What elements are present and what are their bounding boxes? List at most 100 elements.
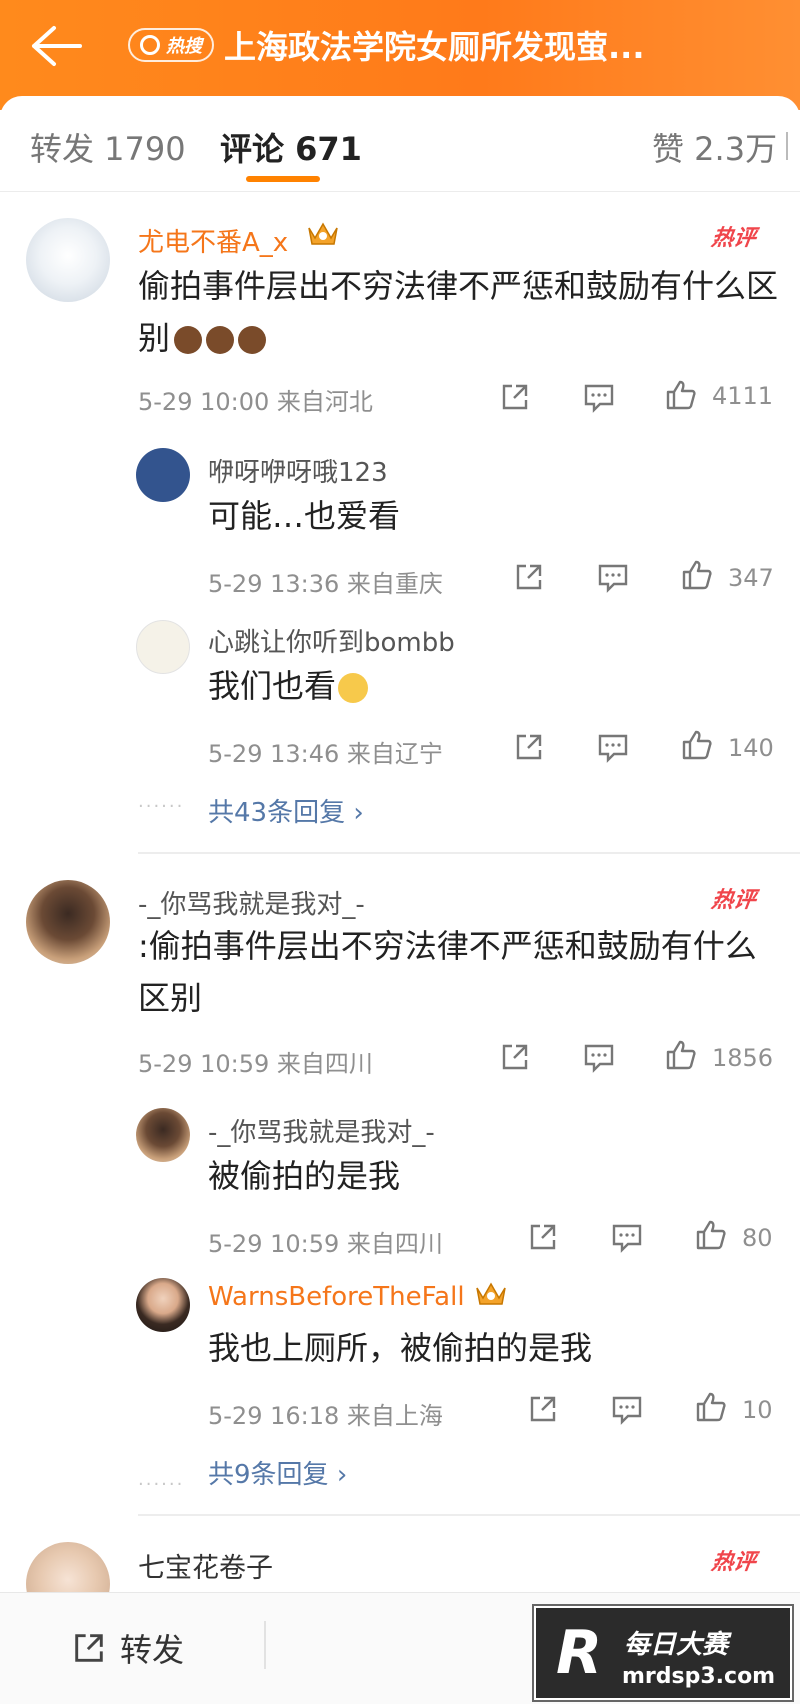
reply-username[interactable]: 咿呀咿呀哦123: [208, 452, 388, 489]
reply-time: 5-29 10:59: [208, 1230, 340, 1258]
share-button[interactable]: [512, 730, 546, 764]
forward-label: 转发: [120, 1631, 185, 1669]
reply-time: 5-29 16:18: [208, 1402, 340, 1430]
comment-text: 偷拍事件层出不穷法律不严惩和鼓励有什么区别: [138, 260, 778, 364]
share-button[interactable]: [498, 380, 532, 414]
reply-button[interactable]: [596, 730, 630, 764]
page-title: 上海政法学院女厕所发现萤...: [224, 28, 645, 66]
avatar[interactable]: [136, 620, 190, 674]
tab-repost[interactable]: 转发 1790: [30, 124, 186, 170]
thumbs-up-icon: [696, 1392, 726, 1422]
share-button[interactable]: [526, 1392, 560, 1426]
share-icon: [75, 1634, 103, 1662]
like-count: 4111: [712, 382, 774, 410]
reply-button[interactable]: [582, 1040, 616, 1074]
reply-text: 可能…也爱看: [208, 497, 401, 535]
comment-location: 来自河北: [276, 388, 373, 416]
like-count: 10: [742, 1396, 773, 1424]
thumbs-up-icon: [666, 1040, 696, 1070]
comment-icon: [584, 384, 614, 413]
reply-username[interactable]: -_你骂我就是我对_-: [208, 1112, 435, 1149]
share-icon: [530, 1396, 556, 1422]
tab-likes[interactable]: 赞 2.3万: [652, 124, 777, 170]
reply-text-content: 我们也看: [208, 667, 337, 705]
share-button[interactable]: [498, 1040, 532, 1074]
reply-username[interactable]: WarnsBeforeTheFall: [208, 1282, 465, 1312]
tab-bar: 转发 1790 评论 671 赞 2.3万: [0, 96, 800, 192]
reply-text: 被偷拍的是我: [208, 1157, 401, 1195]
more-replies-link[interactable]: 共9条回复 ›: [208, 1454, 347, 1491]
reply-button[interactable]: [610, 1220, 644, 1254]
more-dots: ······: [138, 796, 185, 817]
reply-button[interactable]: [582, 380, 616, 414]
more-replies-link[interactable]: 共43条回复 ›: [208, 792, 364, 829]
comment-meta: 5-29 10:00 来自河北: [138, 382, 373, 417]
like-button[interactable]: [680, 728, 714, 762]
thumbs-up-icon: [696, 1220, 726, 1250]
more-dots: ······: [138, 1474, 185, 1495]
thinking-emoji-icon: [338, 673, 369, 703]
comment-time: 5-29 10:00: [138, 388, 270, 416]
like-button[interactable]: [664, 1038, 698, 1072]
hot-search-label: 热搜: [166, 36, 202, 57]
watermark-logo: R 每日大赛 mrdsp3.com: [532, 1604, 794, 1702]
back-button[interactable]: [28, 24, 84, 68]
share-icon: [516, 734, 542, 760]
reply-location: 来自辽宁: [346, 740, 443, 768]
avatar[interactable]: [136, 1108, 190, 1162]
comment-location: 来自四川: [276, 1050, 373, 1078]
comment-icon: [584, 1044, 614, 1073]
comment-icon: [598, 564, 628, 593]
reply-button[interactable]: [596, 560, 630, 594]
avatar[interactable]: [136, 448, 190, 502]
reply-username[interactable]: 心跳让你听到bombb: [208, 622, 455, 659]
divider: [264, 1621, 266, 1669]
like-button[interactable]: [680, 558, 714, 592]
share-icon: [502, 1044, 528, 1070]
reply-time: 5-29 13:36: [208, 570, 340, 598]
comment-icon: [612, 1224, 642, 1253]
reply-meta: 5-29 13:36 来自重庆: [208, 564, 443, 599]
avatar[interactable]: [26, 880, 110, 964]
tab-comments[interactable]: 评论 671: [220, 124, 362, 170]
comment-username[interactable]: -_你骂我就是我对_-: [138, 884, 365, 921]
like-count: 347: [728, 564, 774, 592]
topic-header: 热搜 上海政法学院女厕所发现萤...: [0, 0, 800, 110]
poop-emoji-icon: [174, 326, 203, 354]
share-icon: [502, 384, 528, 410]
crown-icon: [474, 1278, 508, 1308]
crown-icon: [306, 218, 340, 248]
like-button[interactable]: [664, 378, 698, 412]
share-icon: [516, 564, 542, 590]
poop-emoji-icon: [238, 326, 267, 354]
thumbs-up-icon: [682, 730, 712, 760]
chevron-right-icon: ›: [353, 798, 364, 828]
more-replies-label: 共9条回复: [208, 1460, 329, 1490]
reply-meta: 5-29 16:18 来自上海: [208, 1396, 443, 1431]
comment-divider: [138, 852, 800, 854]
thumbs-up-icon: [666, 380, 696, 410]
hot-search-tag: 热搜: [128, 28, 214, 62]
reply-meta: 5-29 10:59 来自四川: [208, 1224, 443, 1259]
reply-text: 我们也看: [208, 660, 369, 712]
comment-divider: [138, 1514, 800, 1516]
like-button[interactable]: [694, 1218, 728, 1252]
hot-comment-badge: 热评: [709, 226, 758, 251]
avatar[interactable]: [136, 1278, 190, 1332]
active-tab-indicator: [246, 176, 320, 182]
share-button[interactable]: [512, 560, 546, 594]
hot-comment-badge: 热评: [709, 1550, 758, 1575]
forward-button[interactable]: 转发: [70, 1625, 184, 1671]
avatar[interactable]: [26, 218, 110, 302]
reply-text: 我也上厕所，被偷拍的是我: [208, 1329, 593, 1367]
watermark-url: mrdsp3.com: [622, 1664, 776, 1689]
like-button[interactable]: [694, 1390, 728, 1424]
reply-button[interactable]: [610, 1392, 644, 1426]
share-button[interactable]: [526, 1220, 560, 1254]
reply-location: 来自四川: [346, 1230, 443, 1258]
comment-time: 5-29 10:59: [138, 1050, 270, 1078]
like-count: 80: [742, 1224, 773, 1252]
comment-username[interactable]: 尤电不番A_x: [138, 222, 288, 259]
comment-username[interactable]: 七宝花卷子: [138, 1546, 273, 1585]
poop-emoji-icon: [206, 326, 235, 354]
